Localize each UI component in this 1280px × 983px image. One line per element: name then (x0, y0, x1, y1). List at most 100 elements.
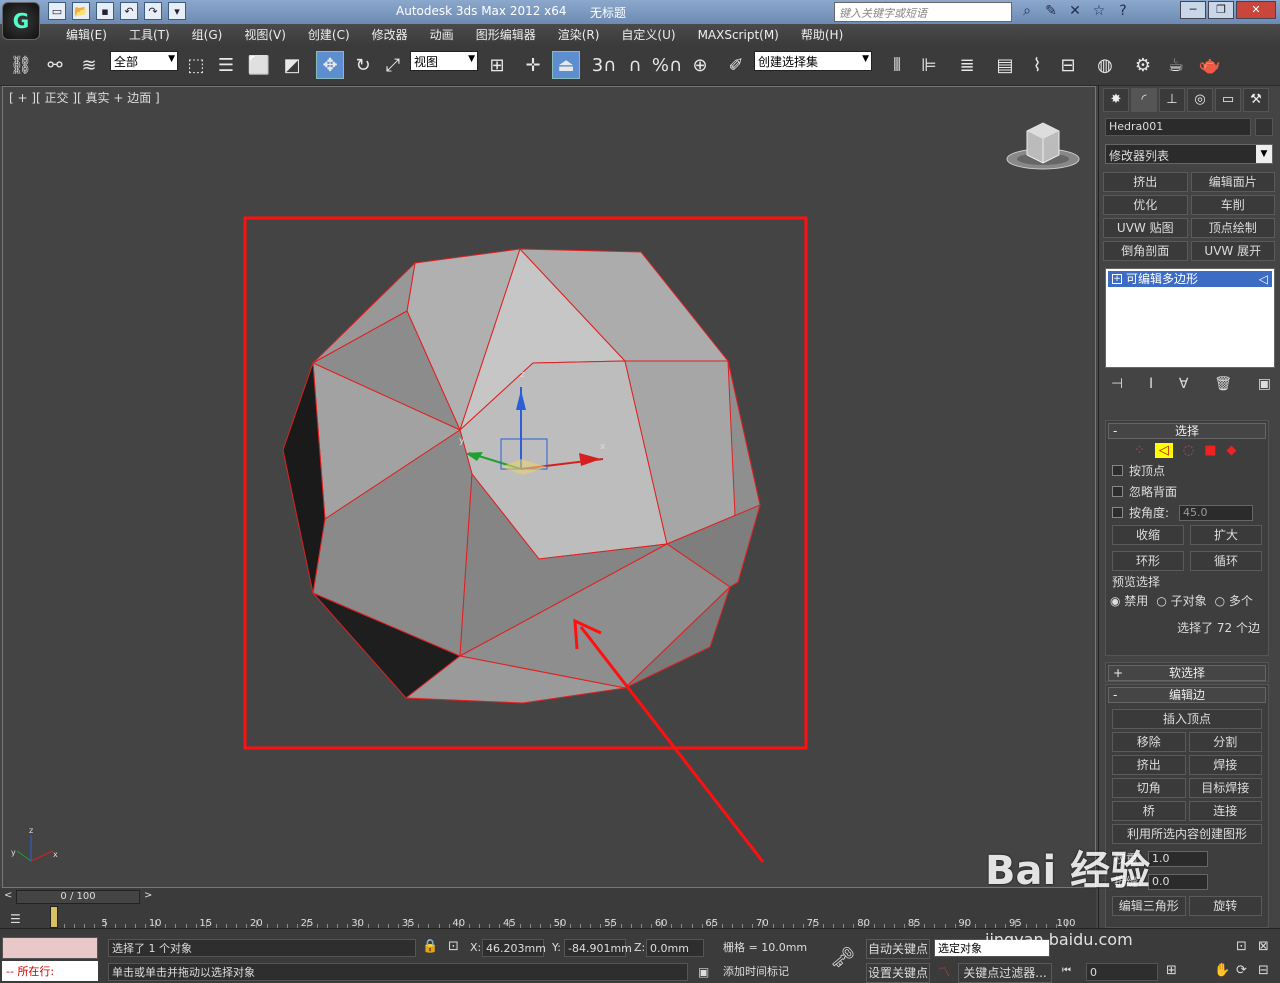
menu-item[interactable]: 动画 (419, 24, 465, 46)
time-slider[interactable]: 0 / 100 (16, 890, 140, 904)
select-by-name-icon[interactable]: ☰ (214, 51, 238, 79)
edit-named-sel-icon[interactable]: ✐ (724, 51, 748, 79)
maxscript-listener[interactable] (2, 937, 98, 959)
edit-edges-header[interactable]: - 编辑边 (1108, 687, 1266, 703)
preview-disable-radio[interactable]: ◉ 禁用 (1110, 592, 1148, 609)
redo-icon[interactable]: ↷ (144, 2, 162, 20)
unlink-icon[interactable]: ⚯ (42, 51, 68, 79)
modifier-button[interactable]: UVW 贴图 (1103, 218, 1188, 238)
reference-coord-dropdown[interactable]: 视图 (410, 51, 478, 71)
current-time-marker[interactable] (50, 906, 58, 928)
connect-button[interactable]: 连接 (1188, 801, 1262, 821)
ignore-backfacing-checkbox[interactable]: 忽略背面 (1112, 483, 1262, 500)
shrink-button[interactable]: 收缩 (1112, 525, 1184, 545)
align-icon[interactable]: ⊫ (916, 51, 942, 79)
open-file-icon[interactable]: 📂 (72, 2, 90, 20)
menu-item[interactable]: 工具(T) (118, 24, 181, 46)
edit-triangulation-button[interactable]: 编辑三角形 (1112, 896, 1186, 916)
subscription-icon[interactable]: ✕ (1066, 3, 1084, 21)
absolute-mode-icon[interactable]: ⊡ (448, 939, 459, 954)
ring-button[interactable]: 环形 (1112, 551, 1184, 571)
rect-selection-icon[interactable]: ⬜ (246, 51, 272, 79)
y-coordinate-field[interactable]: -84.901mm (564, 939, 632, 957)
app-logo-icon[interactable]: G (2, 2, 40, 40)
border-mode-icon[interactable]: ◌ (1183, 443, 1194, 458)
schematic-view-icon[interactable]: ⊟ (1056, 51, 1080, 79)
make-unique-icon[interactable]: ∀ (1179, 376, 1189, 392)
favorites-star-icon[interactable]: ☆ (1090, 3, 1108, 21)
menu-item[interactable]: 自定义(U) (610, 24, 686, 46)
current-line-field[interactable]: -- 所在行: (2, 961, 98, 981)
modify-tab-icon[interactable]: ◜ (1131, 88, 1157, 112)
perspective-viewport[interactable]: [ + ][ 正交 ][ 真实 + 边面 ] z x y z x y (2, 86, 1096, 888)
by-angle-checkbox[interactable]: 按角度: 45.0 (1112, 504, 1262, 521)
modifier-button[interactable]: 挤出 (1103, 172, 1188, 192)
set-key-icon[interactable]: 🗝 (830, 945, 855, 969)
select-manipulate-icon[interactable]: ✛ (520, 51, 546, 79)
key-filters-button[interactable]: 关键点过滤器... (958, 963, 1052, 983)
show-end-result-icon[interactable]: Ⅰ (1149, 376, 1153, 392)
modifier-button[interactable]: 优化 (1103, 195, 1188, 215)
material-editor-icon[interactable]: ◍ (1092, 51, 1118, 79)
time-tag-icon[interactable]: ▣ (698, 965, 709, 979)
menu-item[interactable]: 视图(V) (233, 24, 297, 46)
modifier-list-dropdown[interactable]: 修改器列表 (1105, 144, 1273, 164)
z-coordinate-field[interactable]: 0.0mm (646, 939, 704, 957)
binoculars-icon[interactable]: ⌕ (1018, 3, 1036, 21)
stack-item-editable-poly[interactable]: + 可编辑多边形 ◁ (1108, 271, 1272, 287)
menu-item[interactable]: 编辑(E) (55, 24, 118, 46)
vertex-mode-icon[interactable]: ⁘ (1134, 443, 1145, 458)
close-button[interactable]: ✕ (1236, 1, 1276, 19)
current-frame-field[interactable]: 0 (1086, 963, 1158, 981)
minimize-button[interactable]: ─ (1180, 1, 1206, 19)
keyboard-shortcut-icon[interactable]: ⏏ (552, 51, 580, 79)
zoom-extents-icon[interactable]: ⊞ (1166, 963, 1177, 978)
object-name-field[interactable]: Hedra001 (1105, 118, 1251, 136)
pan-hand-icon[interactable]: ✋ (1214, 963, 1230, 978)
edge-subobject-icon[interactable]: ◁ (1154, 443, 1173, 458)
selection-rollout-header[interactable]: - 选择 (1108, 423, 1266, 439)
auto-key-button[interactable]: 自动关键点 (866, 939, 930, 959)
scene-canvas[interactable]: z x y z x y (3, 87, 1097, 889)
insert-vertex-button[interactable]: 插入顶点 (1112, 709, 1262, 729)
split-button[interactable]: 分割 (1188, 732, 1262, 752)
search-input[interactable]: 键入关键字或短语 (834, 2, 1012, 22)
pin-stack-icon[interactable]: ⊣ (1111, 376, 1123, 392)
loop-button[interactable]: 循环 (1190, 551, 1262, 571)
select-object-icon[interactable]: ⬚ (184, 51, 208, 79)
move-icon[interactable]: ✥ (316, 51, 344, 79)
remove-modifier-icon[interactable]: 🗑 (1214, 376, 1232, 392)
x-coordinate-field[interactable]: 46.203mm (482, 939, 546, 957)
edge-mode-icon[interactable]: ◁ (1259, 271, 1268, 287)
selection-filter-dropdown[interactable]: 全部 (110, 51, 178, 71)
modifier-button[interactable]: 顶点绘制 (1190, 218, 1275, 238)
crease-spinner[interactable]: 0.0 (1148, 873, 1209, 890)
save-icon[interactable]: ▪ (96, 2, 114, 20)
add-time-tag[interactable]: 添加时间标记 (720, 963, 818, 981)
maximize-viewport-icon[interactable]: ⊠ (1258, 939, 1269, 954)
modifier-button[interactable]: 倒角剖面 (1103, 241, 1188, 261)
qat-dropdown-icon[interactable]: ▾ (168, 2, 186, 20)
render-setup-icon[interactable]: ⚙ (1130, 51, 1156, 79)
configure-sets-icon[interactable]: ▣ (1258, 376, 1271, 392)
modifier-button[interactable]: 车削 (1190, 195, 1275, 215)
graphite-icon[interactable]: ▤ (992, 51, 1018, 79)
menu-item[interactable]: 组(G) (181, 24, 234, 46)
curve-editor-icon[interactable]: ⌇ (1024, 51, 1050, 79)
help-icon[interactable]: ? (1114, 3, 1132, 21)
polygon-mode-icon[interactable]: ■ (1204, 443, 1216, 458)
new-file-icon[interactable]: ▭ (48, 2, 66, 20)
timeline-prev-icon[interactable]: < (4, 890, 12, 901)
spinner-snap-icon[interactable]: ⊕ (688, 51, 712, 79)
menu-item[interactable]: 创建(C) (297, 24, 361, 46)
utilities-tab-icon[interactable]: ⚒ (1243, 88, 1269, 112)
tools-icon[interactable]: ✎ (1042, 3, 1060, 21)
window-crossing-icon[interactable]: ◩ (280, 51, 304, 79)
rotate-icon[interactable]: ↻ (350, 51, 376, 79)
lock-icon[interactable]: 🔒 (422, 939, 438, 954)
menu-item[interactable]: 图形编辑器 (465, 24, 547, 46)
grow-button[interactable]: 扩大 (1190, 525, 1262, 545)
create-tab-icon[interactable]: ✸ (1103, 88, 1129, 112)
motion-tab-icon[interactable]: ◎ (1187, 88, 1213, 112)
snap-toggle-icon[interactable]: 3 ∩ (592, 51, 617, 79)
